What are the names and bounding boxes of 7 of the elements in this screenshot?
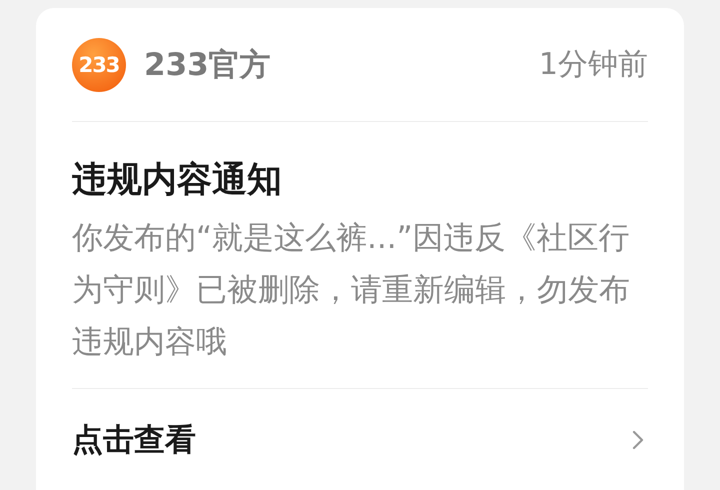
sender-name: 233官方: [144, 46, 271, 84]
view-details-link[interactable]: 点击查看: [72, 389, 648, 490]
chevron-right-icon: [632, 430, 644, 450]
sender-logo: 233: [72, 38, 126, 92]
timestamp: 1分钟前: [538, 46, 648, 84]
notification-title: 违规内容通知: [72, 159, 283, 202]
notification-message: 你发布的“就是这么裤...”因违反《社区行为守则》已被删除，请重新编辑，勿发布违规内容哦: [72, 219, 631, 362]
